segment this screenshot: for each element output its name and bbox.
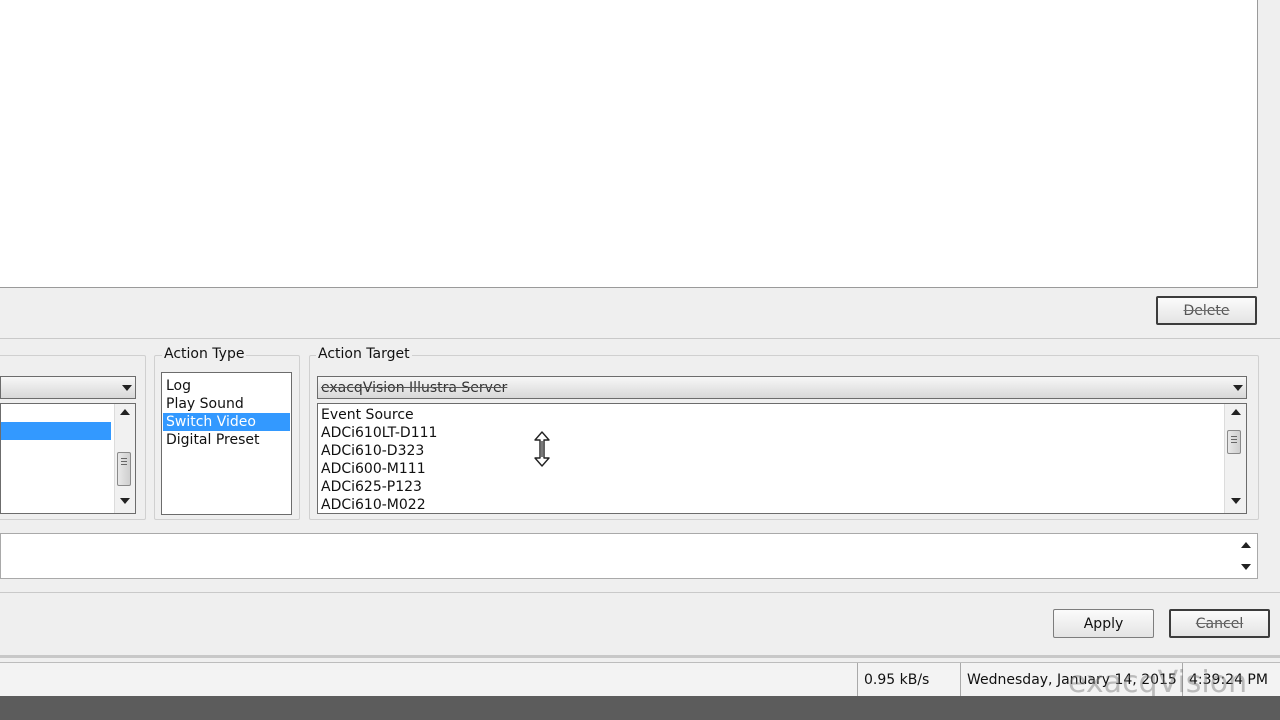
divider	[0, 655, 1280, 658]
action-target-combo[interactable]: exacqVision Illustra Server	[317, 376, 1247, 399]
delete-button[interactable]: Delete	[1156, 296, 1257, 325]
scroll-down-icon[interactable]	[1225, 493, 1246, 509]
action-type-title: Action Type	[162, 346, 247, 362]
watermark-logo: exacqVision	[1068, 665, 1248, 700]
resize-cursor-icon	[534, 431, 550, 467]
scroll-up-icon[interactable]	[1234, 534, 1257, 556]
delete-button-label: Delete	[1183, 302, 1230, 319]
action-target-item[interactable]: ADCi610LT-D111	[318, 424, 1246, 442]
description-scrollbar[interactable]	[1234, 534, 1257, 578]
scroll-down-icon[interactable]	[1234, 556, 1257, 578]
chevron-down-icon	[119, 377, 135, 398]
divider	[0, 338, 1280, 339]
action-target-item[interactable]: ADCi610-D323	[318, 442, 1246, 460]
action-type-item-switch-video[interactable]: Switch Video	[163, 413, 290, 431]
action-type-listbox[interactable]: Log Play Sound Switch Video Digital Pres…	[161, 372, 292, 515]
chevron-down-icon	[1230, 377, 1246, 398]
action-target-item[interactable]: ADCi600-M111	[318, 460, 1246, 478]
source-listbox[interactable]	[0, 403, 136, 514]
action-type-item-play-sound[interactable]: Play Sound	[163, 395, 290, 413]
action-type-item-log[interactable]: Log	[163, 377, 290, 395]
scroll-thumb[interactable]	[117, 452, 131, 486]
event-list-panel[interactable]	[0, 0, 1258, 288]
status-transfer-rate: 0.95 kB/s	[857, 663, 961, 697]
action-target-combo-value: exacqVision Illustra Server	[321, 379, 508, 396]
action-target-scrollbar[interactable]	[1224, 404, 1246, 513]
action-target-item[interactable]: ADCi625-P123	[318, 478, 1246, 496]
cancel-button[interactable]: Cancel	[1169, 609, 1270, 638]
scroll-down-icon[interactable]	[115, 493, 135, 509]
source-scrollbar[interactable]	[114, 404, 135, 513]
action-type-item-digital-preset[interactable]: Digital Preset	[163, 431, 290, 449]
apply-button-label: Apply	[1083, 615, 1124, 632]
apply-button[interactable]: Apply	[1053, 609, 1154, 638]
source-list-selected-item[interactable]	[1, 422, 111, 440]
scroll-thumb[interactable]	[1227, 430, 1241, 454]
cancel-button-label: Cancel	[1195, 615, 1244, 632]
scroll-up-icon[interactable]	[1225, 404, 1246, 420]
source-type-combo[interactable]	[0, 376, 136, 399]
divider	[0, 592, 1280, 593]
action-target-item[interactable]: ADCi610-M022	[318, 496, 1246, 513]
action-target-item[interactable]: Event Source	[318, 406, 1246, 424]
taskbar-strip	[0, 696, 1280, 720]
action-target-title: Action Target	[316, 346, 412, 362]
action-target-listbox[interactable]: Event Source ADCi610LT-D111 ADCi610-D323…	[317, 403, 1247, 514]
scroll-up-icon[interactable]	[115, 404, 135, 420]
description-textbox[interactable]	[0, 533, 1258, 579]
